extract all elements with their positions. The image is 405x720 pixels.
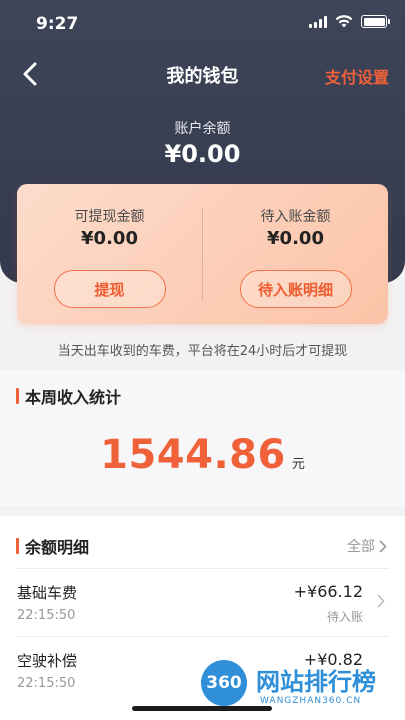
row-time: 22:15:50	[17, 608, 76, 623]
pay-settings-button[interactable]: 支付设置	[325, 64, 389, 88]
weekly-income-amount: 1544.86 元	[0, 432, 405, 478]
weekly-income-title: 本周收入统计	[16, 384, 121, 408]
status-bar: 9:27	[0, 0, 405, 48]
balance-value: ¥0.00	[164, 140, 241, 168]
row-status: 待入账	[326, 610, 363, 624]
view-all-button[interactable]: 全部	[347, 536, 387, 556]
withdrawable-label: 可提现金额	[74, 209, 145, 225]
pending-value: ¥0.00	[267, 228, 324, 249]
chevron-right-icon	[379, 540, 387, 552]
balance-details-title: 余额明细	[16, 534, 89, 558]
weekly-income-title-text: 本周收入统计	[25, 388, 122, 407]
watermark-text: 网站排行榜	[256, 668, 376, 696]
wifi-icon	[335, 15, 353, 28]
weekly-income-section: 本周收入统计 1544.86 元	[0, 370, 405, 506]
watermark-badge: 360	[201, 660, 247, 706]
row-amount: +¥66.12	[293, 582, 363, 601]
status-icons	[309, 15, 390, 28]
home-indicator	[132, 706, 272, 711]
title-accent-bar	[16, 538, 19, 554]
nav-bar: 我的钱包 支付设置	[0, 50, 405, 98]
row-name: 基础车费	[17, 584, 78, 602]
pending-details-button[interactable]: 待入账明细	[239, 270, 352, 308]
row-divider	[16, 568, 389, 569]
watermark-subtext: WANGZHAN360.CN	[260, 696, 362, 706]
balance-details-title-text: 余额明细	[25, 538, 90, 557]
chevron-right-icon	[377, 594, 385, 608]
withdraw-button[interactable]: 提现	[53, 270, 166, 308]
balance-label: 账户余额	[174, 121, 231, 137]
weekly-income-number: 1544.86	[100, 432, 286, 478]
pending-column: 待入账金额 ¥0.00 待入账明细	[203, 184, 388, 324]
signal-icon	[309, 15, 327, 28]
row-name: 空驶补偿	[17, 652, 78, 670]
row-time: 22:15:50	[17, 676, 76, 691]
status-time: 9:27	[36, 14, 79, 34]
title-accent-bar	[16, 388, 19, 404]
row-divider	[16, 636, 389, 637]
pending-label: 待入账金额	[260, 209, 331, 225]
battery-icon	[361, 15, 390, 28]
withdraw-notice: 当天出车收到的车费，平台将在24小时后才可提现	[57, 344, 348, 359]
withdrawable-column: 可提现金额 ¥0.00 提现	[17, 184, 202, 324]
withdrawable-value: ¥0.00	[81, 228, 138, 249]
summary-card: 可提现金额 ¥0.00 提现 待入账金额 ¥0.00 待入账明细	[17, 184, 388, 324]
view-all-label: 全部	[347, 539, 375, 555]
weekly-income-unit: 元	[291, 457, 305, 472]
list-item[interactable]: 基础车费 22:15:50 +¥66.12 待入账	[0, 568, 405, 636]
